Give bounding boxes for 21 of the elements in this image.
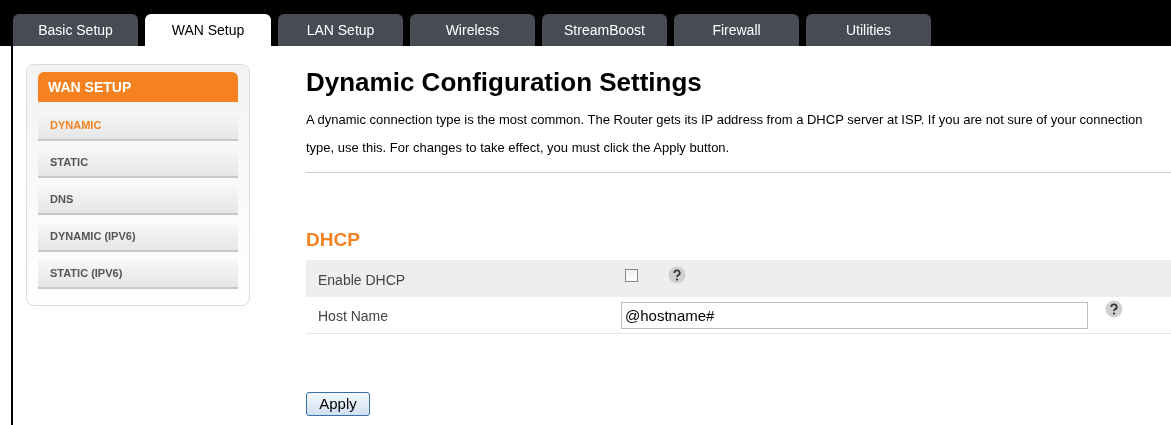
nav-tab[interactable]: LAN Setup — [278, 14, 403, 46]
field-label: Enable DHCP — [317, 270, 407, 290]
help-icon[interactable] — [1105, 300, 1123, 318]
description-text: A dynamic connection type is the most common. The Router gets its IP address from a DHCP server at ISP. If you are not sure of your connection type, use this. For changes to take effect, you must click the Apply button. — [306, 111, 1144, 157]
help-icon[interactable] — [668, 265, 686, 284]
nav-tab[interactable]: Wireless — [410, 14, 535, 46]
nav-tab[interactable]: Basic Setup — [13, 14, 138, 46]
sidebar-header: WAN SETUP — [38, 72, 238, 102]
page-title: Dynamic Configuration Settings — [306, 66, 703, 98]
nav-tab[interactable]: WAN Setup — [145, 14, 271, 46]
nav-tab[interactable]: Utilities — [806, 14, 931, 46]
sidebar-item[interactable]: DNS — [38, 186, 238, 215]
checkbox[interactable] — [625, 269, 638, 282]
host-name-field[interactable]: @hostname# — [621, 301, 1088, 329]
field-label: Host Name — [317, 307, 390, 326]
sidebar-item[interactable]: STATIC (IPV6) — [38, 260, 238, 289]
sidebar-item[interactable]: DYNAMIC (IPV6) — [38, 223, 238, 252]
nav-tab[interactable]: StreamBoost — [542, 14, 667, 46]
apply-button[interactable]: Apply — [306, 392, 370, 416]
section-heading: DHCP — [306, 228, 361, 252]
nav-tab[interactable]: Firewall — [674, 14, 799, 46]
